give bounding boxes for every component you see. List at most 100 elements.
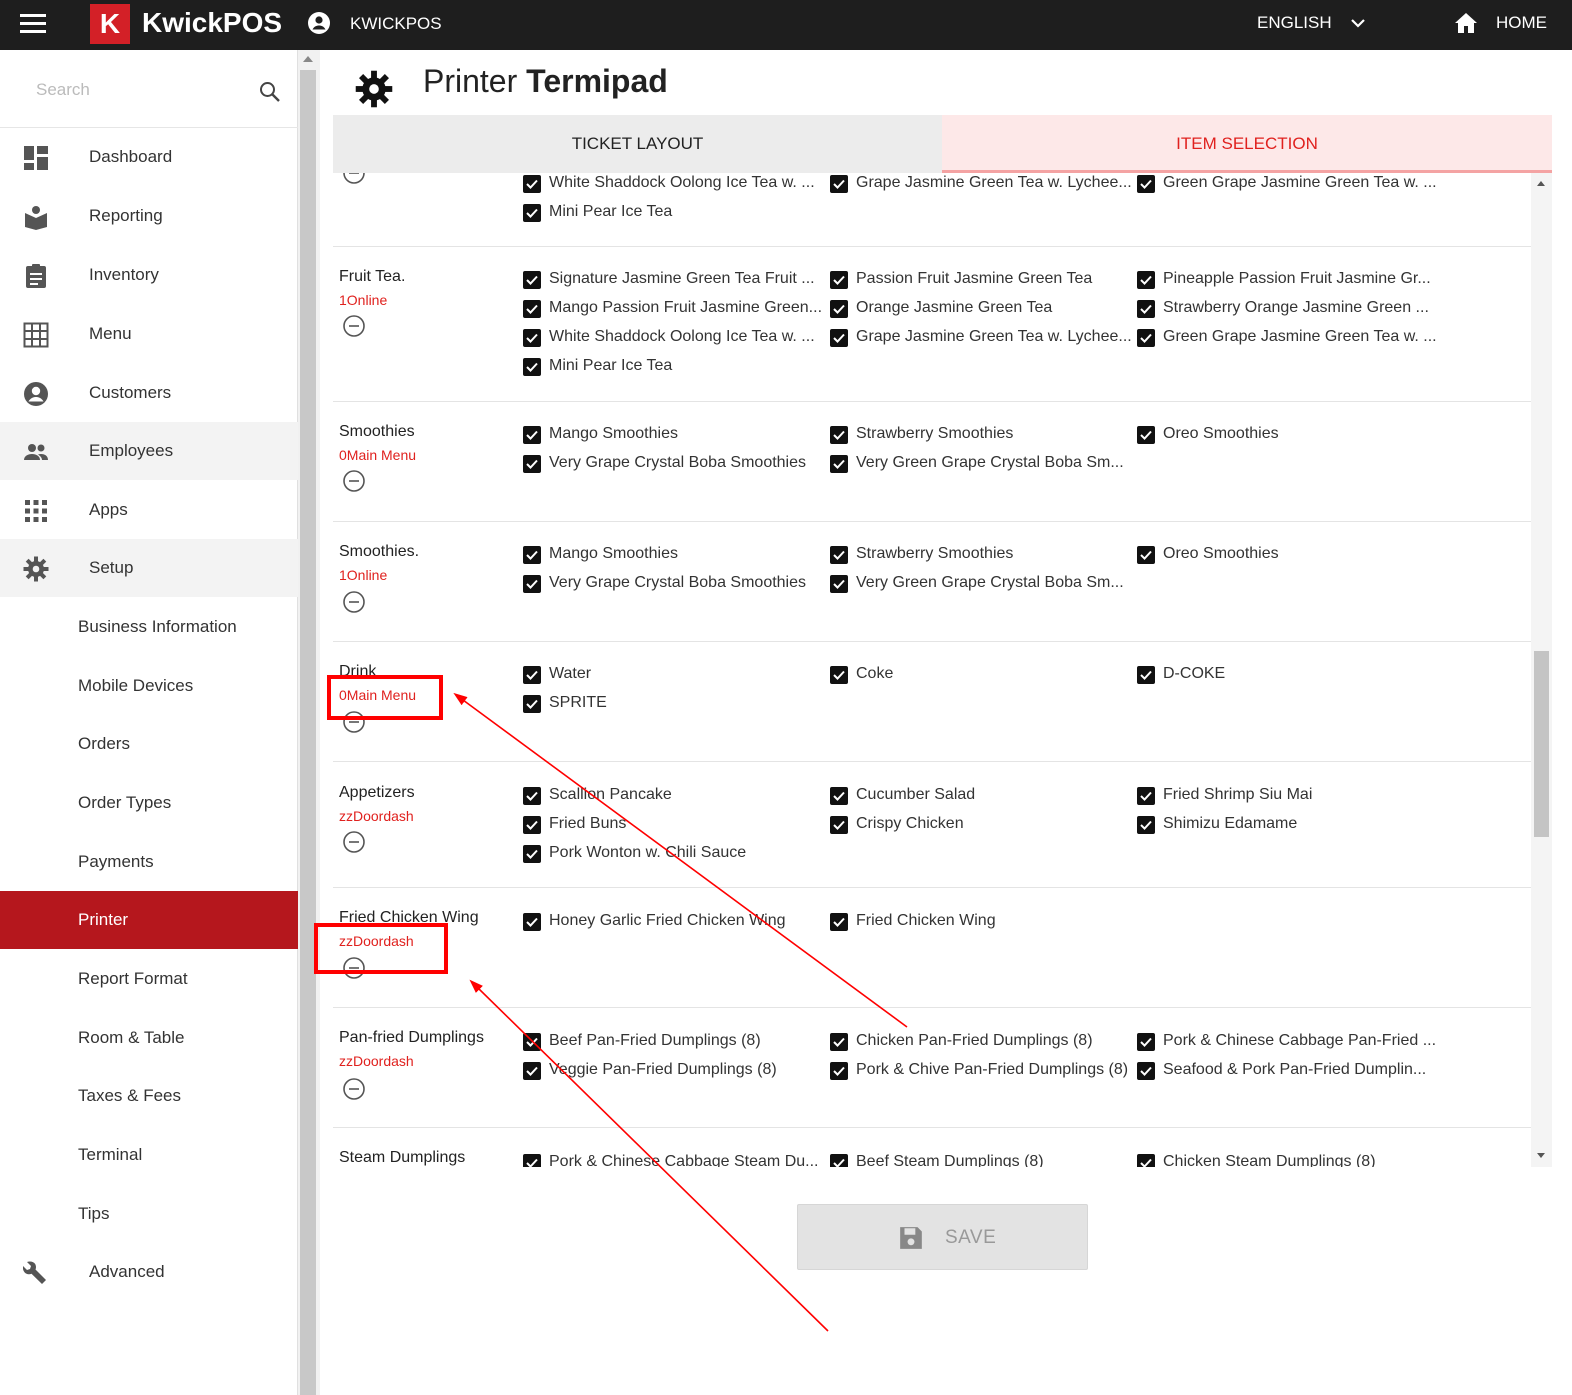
checkbox-checked-icon[interactable] <box>523 358 541 376</box>
account-name[interactable]: KWICKPOS <box>350 14 442 34</box>
checkbox-checked-icon[interactable] <box>523 695 541 713</box>
checkbox-checked-icon[interactable] <box>830 1154 848 1167</box>
scroll-down-arrow-icon[interactable] <box>1537 1153 1545 1158</box>
checkbox-checked-icon[interactable] <box>830 329 848 347</box>
checkbox-checked-icon[interactable] <box>523 845 541 863</box>
checkbox-checked-icon[interactable] <box>523 913 541 931</box>
search-icon[interactable] <box>258 80 282 104</box>
tab-ticket-layout[interactable]: TICKET LAYOUT <box>333 115 942 173</box>
home-icon[interactable] <box>1454 12 1478 34</box>
checkbox-checked-icon[interactable] <box>523 271 541 289</box>
remove-circle-icon[interactable] <box>342 956 366 980</box>
item-label: Very Green Grape Crystal Boba Sm... <box>856 574 1124 591</box>
checkbox-checked-icon[interactable] <box>523 329 541 347</box>
checkbox-checked-icon[interactable] <box>830 787 848 805</box>
sidebar-scrollbar-thumb[interactable] <box>300 70 316 1395</box>
scroll-up-arrow-icon[interactable] <box>1537 181 1545 186</box>
checkbox-checked-icon[interactable] <box>1137 426 1155 444</box>
checkbox-checked-icon[interactable] <box>1137 300 1155 318</box>
remove-circle-icon[interactable] <box>342 469 366 493</box>
sidebar-item-setup[interactable]: Setup <box>0 539 298 597</box>
checkbox-checked-icon[interactable] <box>830 816 848 834</box>
checkbox-checked-icon[interactable] <box>830 1062 848 1080</box>
home-link[interactable]: HOME <box>1496 13 1547 33</box>
language-selector[interactable]: ENGLISH <box>1257 13 1332 33</box>
checkbox-checked-icon[interactable] <box>830 455 848 473</box>
checkbox-checked-icon[interactable] <box>1137 329 1155 347</box>
checkbox-checked-icon[interactable] <box>1137 1154 1155 1167</box>
checkbox-checked-icon[interactable] <box>830 913 848 931</box>
sidebar-subitem-mobile-devices[interactable]: Mobile Devices <box>0 657 298 715</box>
remove-circle-icon[interactable] <box>342 830 366 854</box>
search-input[interactable] <box>36 76 236 104</box>
checkbox-checked-icon[interactable] <box>523 1062 541 1080</box>
sidebar-subitem-order-types[interactable]: Order Types <box>0 774 298 832</box>
sidebar-search <box>0 50 298 128</box>
sidebar-item-advanced[interactable]: Advanced <box>0 1243 298 1301</box>
checkbox-checked-icon[interactable] <box>830 175 848 193</box>
sidebar-subitem-orders[interactable]: Orders <box>0 715 298 773</box>
remove-circle-icon[interactable] <box>342 314 366 338</box>
sidebar-item-employees[interactable]: Employees <box>0 422 298 480</box>
sidebar-item-apps[interactable]: Apps <box>0 481 298 539</box>
category-row: Drink 0Main Menu Water Coke D-COKE SPRIT… <box>333 642 1531 762</box>
checkbox-checked-icon[interactable] <box>830 426 848 444</box>
remove-circle-icon[interactable] <box>342 1077 366 1101</box>
checkbox-checked-icon[interactable] <box>523 300 541 318</box>
checkbox-checked-icon[interactable] <box>830 546 848 564</box>
remove-circle-icon[interactable] <box>342 710 366 734</box>
tab-item-selection[interactable]: ITEM SELECTION <box>942 115 1552 173</box>
checkbox-checked-icon[interactable] <box>523 455 541 473</box>
checkbox-checked-icon[interactable] <box>1137 816 1155 834</box>
remove-circle-icon[interactable] <box>342 590 366 614</box>
checkbox-checked-icon[interactable] <box>1137 1033 1155 1051</box>
sidebar-item-customers[interactable]: Customers <box>0 364 298 422</box>
sidebar-item-menu[interactable]: Menu <box>0 305 298 363</box>
checkbox-checked-icon[interactable] <box>830 666 848 684</box>
checkbox-checked-icon[interactable] <box>523 175 541 193</box>
checkbox-checked-icon[interactable] <box>1137 546 1155 564</box>
sidebar-subitem-business-information[interactable]: Business Information <box>0 598 298 656</box>
sidebar-scrollbar[interactable] <box>298 50 320 1395</box>
checkbox-checked-icon[interactable] <box>830 300 848 318</box>
checkbox-checked-icon[interactable] <box>1137 666 1155 684</box>
checkbox-checked-icon[interactable] <box>523 1033 541 1051</box>
checkbox-checked-icon[interactable] <box>830 271 848 289</box>
sidebar-item-label: Employees <box>89 441 174 460</box>
save-button[interactable]: SAVE <box>797 1204 1088 1270</box>
checkbox-checked-icon[interactable] <box>523 787 541 805</box>
sidebar-subitem-terminal[interactable]: Terminal <box>0 1126 298 1184</box>
sidebar-subitem-taxes-fees[interactable]: Taxes & Fees <box>0 1067 298 1125</box>
checkbox-checked-icon[interactable] <box>830 575 848 593</box>
checkbox-checked-icon[interactable] <box>1137 1062 1155 1080</box>
list-scrollbar[interactable] <box>1531 173 1552 1167</box>
checkbox-checked-icon[interactable] <box>830 1033 848 1051</box>
sidebar-subitem-tips[interactable]: Tips <box>0 1185 298 1243</box>
sidebar-subitem-room-table[interactable]: Room & Table <box>0 1009 298 1067</box>
list-scrollbar-thumb[interactable] <box>1534 651 1549 837</box>
checkbox-checked-icon[interactable] <box>523 204 541 222</box>
sidebar-subitem-report-format[interactable]: Report Format <box>0 950 298 1008</box>
account-circle-icon[interactable] <box>307 11 331 35</box>
sidebar-subitem-payments[interactable]: Payments <box>0 833 298 891</box>
checkbox-checked-icon[interactable] <box>523 546 541 564</box>
chevron-down-icon[interactable] <box>1350 15 1366 31</box>
checkbox-checked-icon[interactable] <box>1137 271 1155 289</box>
sidebar-item-dashboard[interactable]: Dashboard <box>0 128 298 186</box>
checkbox-checked-icon[interactable] <box>523 1154 541 1167</box>
sidebar-item-inventory[interactable]: Inventory <box>0 246 298 304</box>
hamburger-menu-icon[interactable] <box>20 14 46 36</box>
sidebar-item-label: Advanced <box>89 1262 165 1281</box>
checkbox-checked-icon[interactable] <box>523 816 541 834</box>
remove-circle-icon[interactable] <box>342 173 366 185</box>
checkbox-checked-icon[interactable] <box>1137 787 1155 805</box>
item-label: Mango Passion Fruit Jasmine Green... <box>549 299 823 316</box>
sidebar-item-reporting[interactable]: Reporting <box>0 187 298 245</box>
category-row: Fried Chicken Wing zzDoordash Honey Garl… <box>333 888 1531 1008</box>
checkbox-checked-icon[interactable] <box>523 575 541 593</box>
checkbox-checked-icon[interactable] <box>523 666 541 684</box>
scroll-up-arrow-icon[interactable] <box>303 56 313 62</box>
checkbox-checked-icon[interactable] <box>523 426 541 444</box>
checkbox-checked-icon[interactable] <box>1137 175 1155 193</box>
sidebar-subitem-printer[interactable]: Printer <box>0 891 298 949</box>
